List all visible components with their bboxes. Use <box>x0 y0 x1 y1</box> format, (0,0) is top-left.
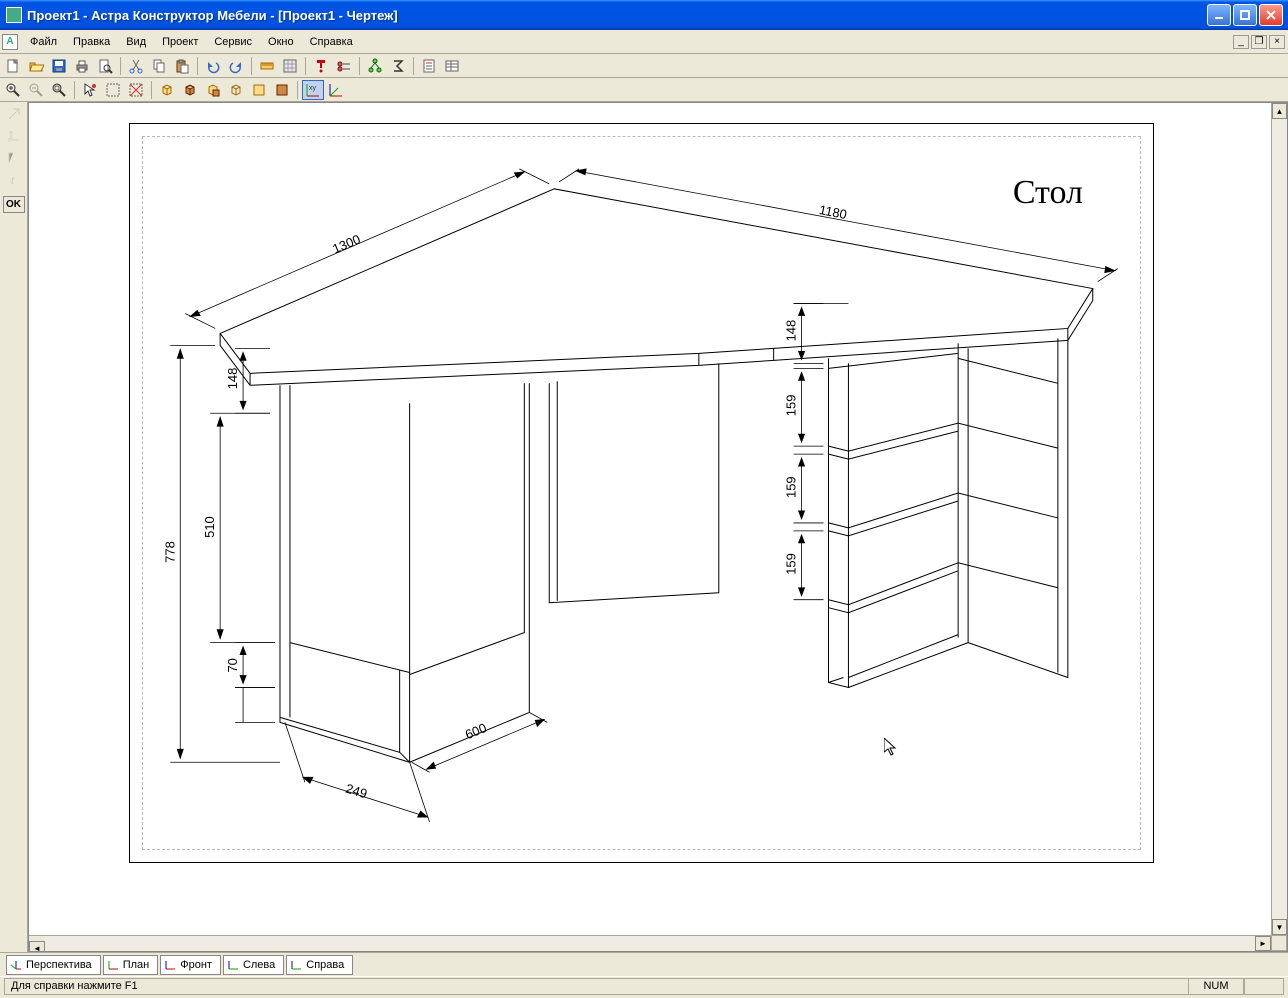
tab-perspective[interactable]: Перспектива <box>6 955 101 975</box>
menu-file[interactable]: Файл <box>22 33 65 51</box>
save-icon[interactable] <box>48 56 70 76</box>
grid-icon[interactable] <box>279 56 301 76</box>
toolbar-view: xy <box>0 78 1288 102</box>
horizontal-scrollbar[interactable]: ◄► <box>29 935 1271 951</box>
dim-159b: 159 <box>784 476 799 498</box>
toolbar-main <box>0 54 1288 78</box>
svg-text:t: t <box>11 175 15 187</box>
dim-600: 600 <box>463 720 489 742</box>
tab-left[interactable]: Слева <box>223 955 284 975</box>
vertical-scrollbar[interactable]: ▲▼ <box>1271 103 1287 935</box>
tree-icon[interactable] <box>364 56 386 76</box>
table-icon[interactable] <box>441 56 463 76</box>
cut-icon[interactable] <box>125 56 147 76</box>
lp-btn-4: t <box>3 170 25 190</box>
menu-window[interactable]: Окно <box>260 33 302 51</box>
select-icon[interactable] <box>79 80 101 100</box>
sigma-icon[interactable] <box>387 56 409 76</box>
dim-1180: 1180 <box>818 202 848 222</box>
tab-label: Фронт <box>180 959 212 971</box>
dim-148b: 148 <box>784 320 799 342</box>
page-frame: Стол <box>129 123 1154 863</box>
app-icon <box>6 7 22 23</box>
tab-right[interactable]: Справа <box>286 955 353 975</box>
info-icon[interactable] <box>310 56 332 76</box>
mdi-close-button[interactable]: × <box>1269 35 1285 49</box>
status-hint: Для справки нажмите F1 <box>4 978 1188 995</box>
report-icon[interactable] <box>418 56 440 76</box>
part-icon[interactable] <box>225 80 247 100</box>
new-icon[interactable] <box>2 56 24 76</box>
top-view-icon[interactable] <box>248 80 270 100</box>
lp-btn-3 <box>3 148 25 168</box>
menu-edit[interactable]: Правка <box>65 33 118 51</box>
side-view-icon[interactable] <box>271 80 293 100</box>
undo-icon[interactable] <box>202 56 224 76</box>
dim-148a: 148 <box>225 368 240 390</box>
menu-project[interactable]: Проект <box>154 33 206 51</box>
ruler-icon[interactable] <box>256 56 278 76</box>
zoom-in-icon[interactable] <box>2 80 24 100</box>
view-tabs: Перспектива План Фронт Слева Справа <box>0 952 1288 976</box>
dim-510: 510 <box>202 516 217 538</box>
tab-label: Перспектива <box>26 959 92 971</box>
copy-icon[interactable] <box>148 56 170 76</box>
canvas[interactable]: Стол <box>28 102 1288 952</box>
dim-70: 70 <box>225 658 240 672</box>
settings-icon[interactable] <box>333 56 355 76</box>
open-icon[interactable] <box>25 56 47 76</box>
preview-icon[interactable] <box>94 56 116 76</box>
zoom-out-icon[interactable] <box>25 80 47 100</box>
drawing: 1300 1180 778 148 510 70 249 600 148 159… <box>130 124 1153 862</box>
print-icon[interactable] <box>71 56 93 76</box>
menu-help[interactable]: Справка <box>302 33 361 51</box>
box3d-icon[interactable] <box>179 80 201 100</box>
mdi-restore-button[interactable]: ❐ <box>1251 35 1267 49</box>
document-icon[interactable]: A <box>2 34 18 50</box>
status-empty <box>1244 978 1284 995</box>
tab-plan[interactable]: План <box>103 955 159 975</box>
dim-159a: 159 <box>784 395 799 417</box>
window-title: Проект1 - Астра Конструктор Мебели - [Пр… <box>25 8 1207 23</box>
lp-btn-1 <box>3 104 25 124</box>
dim-778: 778 <box>162 541 177 563</box>
minimize-button[interactable] <box>1207 4 1231 26</box>
tab-label: План <box>123 959 150 971</box>
dim-249: 249 <box>344 781 369 802</box>
zoom-fit-icon[interactable] <box>48 80 70 100</box>
menu-view[interactable]: Вид <box>118 33 154 51</box>
cross-select-icon[interactable] <box>125 80 147 100</box>
redo-icon[interactable] <box>225 56 247 76</box>
tab-label: Справа <box>306 959 344 971</box>
statusbar: Для справки нажмите F1 NUM <box>0 976 1288 996</box>
paste-icon[interactable] <box>171 56 193 76</box>
tab-front[interactable]: Фронт <box>160 955 221 975</box>
svg-text:xy: xy <box>309 85 317 92</box>
status-num: NUM <box>1188 978 1244 995</box>
box-select-icon[interactable] <box>102 80 124 100</box>
assembly-icon[interactable] <box>202 80 224 100</box>
cube-icon[interactable] <box>156 80 178 100</box>
left-panel: t OK <box>0 102 28 952</box>
mdi-minimize-button[interactable]: _ <box>1233 35 1249 49</box>
xz-plane-icon[interactable] <box>325 80 347 100</box>
ok-button[interactable]: OK <box>3 196 25 213</box>
dim-159c: 159 <box>784 553 799 575</box>
tab-label: Слева <box>243 959 275 971</box>
menubar: A Файл Правка Вид Проект Сервис Окно Спр… <box>0 30 1288 54</box>
lp-btn-2 <box>3 126 25 146</box>
menu-service[interactable]: Сервис <box>206 33 260 51</box>
close-button[interactable] <box>1259 4 1283 26</box>
xy-plane-icon[interactable]: xy <box>302 80 324 100</box>
dim-1300: 1300 <box>330 231 362 256</box>
titlebar: Проект1 - Астра Конструктор Мебели - [Пр… <box>0 0 1288 30</box>
maximize-button[interactable] <box>1233 4 1257 26</box>
